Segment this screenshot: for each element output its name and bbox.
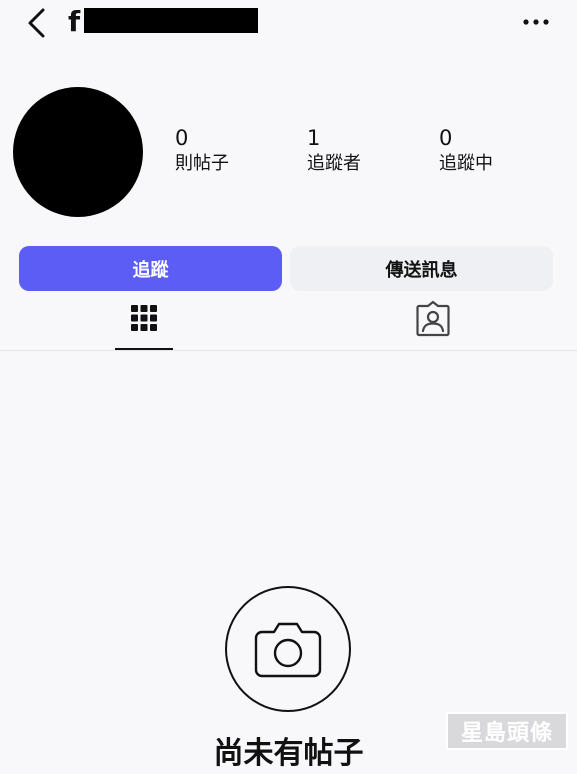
tagged-person-icon [416, 300, 450, 337]
tabs-divider [0, 350, 577, 351]
watermark: 星島頭條 [446, 712, 568, 750]
stat-following[interactable]: 0 追蹤中 [439, 124, 493, 176]
more-horizontal-icon [523, 19, 549, 25]
stat-followers[interactable]: 1 追蹤者 [307, 124, 361, 176]
more-options-button[interactable] [518, 10, 554, 34]
stat-followers-count: 1 [307, 126, 321, 150]
camera-icon [254, 622, 322, 678]
stat-posts-count: 0 [175, 126, 189, 150]
tab-posts-grid[interactable] [115, 298, 173, 350]
back-button[interactable] [22, 6, 52, 40]
stat-following-label: 追蹤中 [439, 153, 493, 174]
tab-tagged[interactable] [404, 298, 462, 348]
grid-icon [131, 305, 157, 331]
chevron-left-icon [28, 8, 45, 38]
avatar[interactable] [13, 87, 143, 217]
follow-button[interactable]: 追蹤 [19, 246, 282, 291]
username-redaction [84, 8, 258, 33]
stat-posts-label: 則帖子 [175, 153, 229, 174]
empty-state-camera [225, 586, 351, 712]
username: f [68, 5, 81, 38]
stat-posts[interactable]: 0 則帖子 [175, 124, 229, 176]
stat-following-count: 0 [439, 126, 453, 150]
stat-followers-label: 追蹤者 [307, 153, 361, 174]
message-button[interactable]: 傳送訊息 [290, 246, 553, 291]
